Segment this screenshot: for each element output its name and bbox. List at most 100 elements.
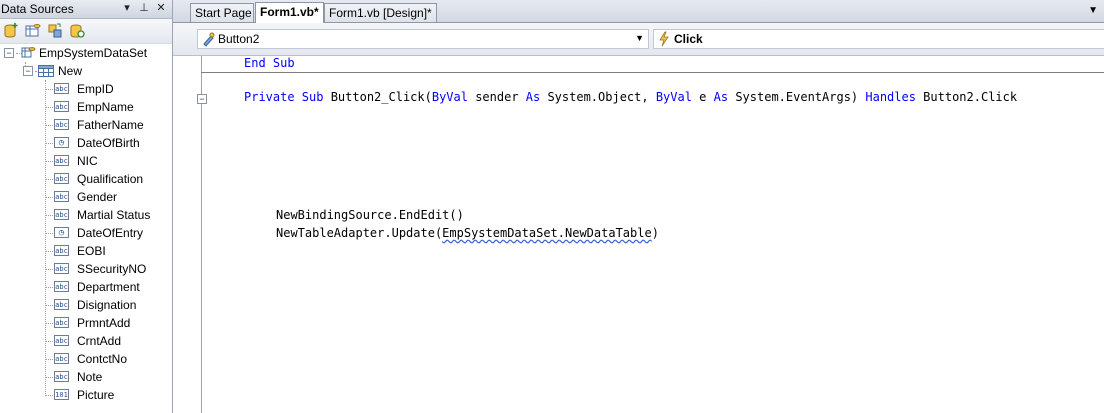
- code-text: ): [651, 226, 659, 240]
- text-field-icon: abc: [54, 263, 69, 274]
- code-keyword: ByVal: [655, 90, 692, 104]
- refresh-icon[interactable]: [68, 22, 86, 40]
- tree-node-field[interactable]: abc Disignation: [0, 296, 172, 314]
- text-field-icon: abc: [54, 209, 69, 220]
- text-field-icon: abc: [54, 191, 69, 202]
- collapse-icon[interactable]: −: [23, 66, 33, 76]
- field-label: Qualification: [77, 172, 144, 186]
- field-label: DateOfEntry: [77, 226, 144, 240]
- edit-dataset-icon[interactable]: [24, 22, 42, 40]
- tree-node-field[interactable]: abc EmpName: [0, 98, 172, 116]
- add-data-source-icon[interactable]: [2, 22, 20, 40]
- tab-label: Start Page: [195, 6, 252, 20]
- tree-node-field[interactable]: ◷ DateOfEntry: [0, 224, 172, 242]
- active-files-dropdown-icon[interactable]: ▼: [1088, 5, 1098, 16]
- tree-node-field[interactable]: abc FatherName: [0, 116, 172, 134]
- code-line: NewBindingSource.EndEdit(): [276, 208, 464, 222]
- tab-label: Form1.vb [Design]*: [329, 6, 432, 20]
- text-field-icon: abc: [54, 101, 69, 112]
- tree-node-dataset[interactable]: − EmpSystemDataSet: [0, 44, 172, 62]
- text-field-icon: abc: [54, 245, 69, 256]
- field-label: Gender: [77, 190, 118, 204]
- code-keyword: As: [525, 90, 541, 104]
- tree-node-table[interactable]: − New: [0, 62, 172, 80]
- datetime-field-icon: ◷: [54, 137, 69, 148]
- code-editor[interactable]: − End Sub Private Sub Button2_Click(ByVa…: [173, 56, 1104, 413]
- code-line: End Sub: [244, 56, 295, 70]
- window-position-dropdown-icon[interactable]: ▾: [120, 1, 134, 16]
- close-icon[interactable]: ✕: [154, 1, 168, 16]
- tab-start-page[interactable]: Start Page: [190, 3, 254, 22]
- auto-hide-pin-icon[interactable]: ⊥: [137, 1, 151, 16]
- tree-node-field[interactable]: abc EmpID: [0, 80, 172, 98]
- tree-node-field[interactable]: abc NIC: [0, 152, 172, 170]
- table-label: New: [58, 64, 83, 78]
- code-line: NewTableAdapter.Update(EmpSystemDataSet.…: [276, 226, 659, 240]
- field-label: FatherName: [77, 118, 144, 132]
- field-label: Martial Status: [77, 208, 151, 222]
- tree-node-field[interactable]: ◷ DateOfBirth: [0, 134, 172, 152]
- code-keyword: End Sub: [244, 56, 295, 70]
- tab-form1-design[interactable]: Form1.vb [Design]*: [324, 3, 437, 22]
- tree-node-field[interactable]: abc Note: [0, 368, 172, 386]
- code-text: System.Object,: [540, 90, 656, 104]
- text-field-icon: abc: [54, 83, 69, 94]
- tree-node-field[interactable]: 101 Picture: [0, 386, 172, 404]
- text-field-icon: abc: [54, 119, 69, 130]
- tree-node-field[interactable]: abc EOBI: [0, 242, 172, 260]
- text-field-icon: abc: [54, 155, 69, 166]
- tree-node-field[interactable]: abc Martial Status: [0, 206, 172, 224]
- chevron-down-icon: ▼: [635, 33, 644, 43]
- text-field-icon: abc: [54, 317, 69, 328]
- data-sources-toolbar: [0, 19, 172, 44]
- field-label: EOBI: [77, 244, 106, 258]
- text-field-icon: abc: [54, 371, 69, 382]
- field-label: Disignation: [77, 298, 137, 312]
- method-name-dropdown[interactable]: Click: [653, 29, 1104, 49]
- dataset-icon: [21, 46, 36, 60]
- outline-collapse-icon[interactable]: −: [197, 94, 207, 104]
- data-sources-panel: Data Sources ▾ ⊥ ✕ − EmpSystemDataSet − …: [0, 0, 173, 413]
- code-keyword: ByVal: [431, 90, 468, 104]
- text-field-icon: abc: [54, 335, 69, 346]
- data-sources-tree: − EmpSystemDataSet − New abc EmpID abc EmpN…: [0, 44, 172, 413]
- field-label: ContctNo: [77, 352, 128, 366]
- document-tab-strip: Start Page Form1.vb* Form1.vb [Design]* …: [173, 0, 1104, 23]
- text-field-icon: abc: [54, 173, 69, 184]
- procedure-separator: [201, 72, 1104, 73]
- tree-node-field[interactable]: abc Gender: [0, 188, 172, 206]
- tree-node-field[interactable]: abc CrntAdd: [0, 332, 172, 350]
- table-icon: [38, 65, 54, 77]
- binary-field-icon: 101: [54, 389, 69, 400]
- event-lightning-icon: [657, 31, 671, 47]
- tree-node-field[interactable]: abc PrmntAdd: [0, 314, 172, 332]
- tab-label: Form1.vb*: [260, 5, 319, 19]
- datetime-field-icon: ◷: [54, 227, 69, 238]
- code-text: EmpSystemDataSet.NewDataTable: [442, 226, 652, 240]
- tree-node-field[interactable]: abc SSecurityNO: [0, 260, 172, 278]
- field-label: EmpName: [77, 100, 134, 114]
- tab-form1-code[interactable]: Form1.vb*: [255, 2, 324, 23]
- code-text: NewBindingSource.EndEdit(): [276, 208, 464, 222]
- method-name-value: Click: [674, 32, 703, 46]
- code-text: NewTableAdapter.Update(: [276, 226, 443, 240]
- code-text: Button2_Click(: [323, 90, 432, 104]
- code-text: Button2.Click: [915, 90, 1018, 104]
- tree-node-field[interactable]: abc ContctNo: [0, 350, 172, 368]
- code-keyword: Private Sub: [244, 90, 324, 104]
- field-label: Picture: [77, 388, 115, 402]
- field-label: EmpID: [77, 82, 114, 96]
- configure-icon[interactable]: [46, 22, 64, 40]
- outlining-margin: [173, 56, 202, 413]
- collapse-icon[interactable]: −: [4, 48, 14, 58]
- field-label: NIC: [77, 154, 98, 168]
- code-keyword: As: [713, 90, 729, 104]
- class-name-dropdown[interactable]: Button2 ▼: [197, 29, 649, 49]
- tree-node-field[interactable]: abc Qualification: [0, 170, 172, 188]
- field-label: Note: [77, 370, 103, 384]
- field-label: CrntAdd: [77, 334, 122, 348]
- dataset-label: EmpSystemDataSet: [39, 46, 148, 60]
- code-text: System.EventArgs): [728, 90, 866, 104]
- control-icon: [201, 31, 215, 47]
- tree-node-field[interactable]: abc Department: [0, 278, 172, 296]
